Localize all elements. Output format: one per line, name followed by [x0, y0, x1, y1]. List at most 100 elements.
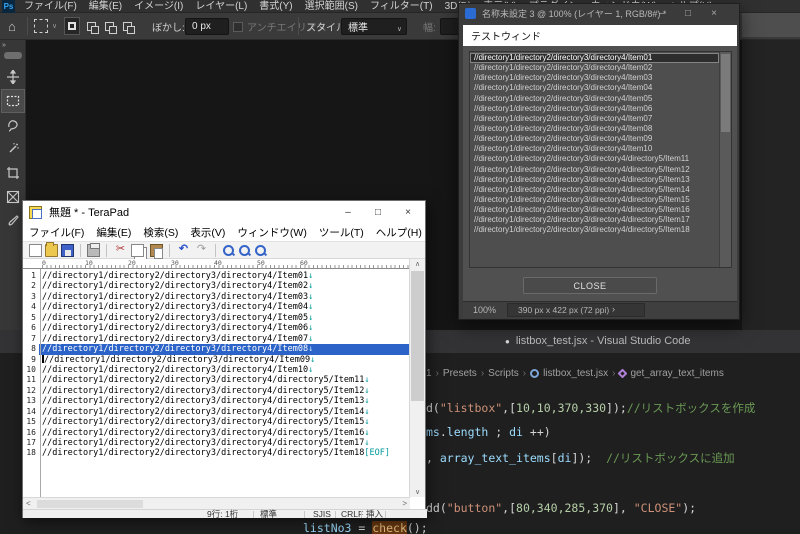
- editor-line[interactable]: 17 //directory1/directory2/directory3/dir…: [23, 438, 410, 448]
- lasso-tool-button[interactable]: [1, 113, 25, 137]
- cut-icon[interactable]: ✂: [113, 243, 128, 257]
- breadcrumb-item-file[interactable]: listbox_test.jsx: [543, 368, 608, 379]
- listbox-item[interactable]: //directory1/directory2/directory3/direc…: [470, 205, 719, 215]
- save-icon[interactable]: [61, 243, 74, 257]
- toolbar-collapse-icon[interactable]: »: [0, 40, 25, 49]
- print-icon[interactable]: [87, 242, 100, 257]
- breadcrumb-item-symbol[interactable]: get_array_text_items: [630, 368, 723, 379]
- close-button[interactable]: ×: [701, 4, 727, 22]
- listbox-item[interactable]: //directory1/directory2/directory3/direc…: [470, 165, 719, 175]
- breadcrumb-item[interactable]: Scripts: [488, 368, 519, 379]
- editor-line[interactable]: 2 //directory1/directory2/directory3/dire…: [23, 281, 410, 291]
- listbox-item[interactable]: //directory1/directory2/directory3/direc…: [470, 63, 719, 73]
- eyedropper-tool-button[interactable]: [1, 209, 25, 233]
- listbox-item[interactable]: //directory1/directory2/directory3/direc…: [470, 53, 719, 64]
- listbox-item[interactable]: //directory1/directory2/directory3/direc…: [470, 154, 719, 164]
- listbox-item[interactable]: //directory1/directory2/directory3/direc…: [470, 124, 719, 134]
- terapad-titlebar[interactable]: 無題 * - TeraPad – □ ×: [23, 201, 425, 223]
- listbox[interactable]: //directory1/directory2/directory3/direc…: [469, 51, 732, 268]
- minimize-button[interactable]: –: [333, 201, 363, 223]
- subtract-selection-mode-button[interactable]: [101, 17, 117, 35]
- copy-icon[interactable]: [131, 243, 144, 257]
- redo-icon[interactable]: ↷: [194, 243, 209, 257]
- editor-line[interactable]: 1 //directory1/directory2/directory3/dire…: [23, 271, 410, 281]
- listbox-item[interactable]: //directory1/directory2/directory3/direc…: [470, 144, 719, 154]
- scroll-right-icon[interactable]: >: [402, 499, 407, 508]
- listbox-item[interactable]: //directory1/directory2/directory3/direc…: [470, 104, 719, 114]
- marquee-tool-preset-icon[interactable]: [34, 19, 48, 33]
- maximize-button[interactable]: □: [363, 201, 393, 223]
- listbox-item[interactable]: //directory1/directory2/directory3/direc…: [470, 215, 719, 225]
- search-next-icon[interactable]: [254, 244, 267, 257]
- editor-line[interactable]: 10 //directory1/directory2/directory3/dir…: [23, 365, 410, 375]
- toolbar-grip[interactable]: [3, 52, 22, 59]
- editor-line[interactable]: 15 //directory1/directory2/directory3/dir…: [23, 417, 410, 427]
- crop-tool-button[interactable]: [1, 161, 25, 185]
- menu-item[interactable]: ファイル(F): [29, 225, 84, 240]
- editor-line[interactable]: 4 //directory1/directory2/directory3/dire…: [23, 302, 410, 312]
- listbox-item[interactable]: //directory1/directory2/directory3/direc…: [470, 73, 719, 83]
- editor-line[interactable]: 13 //directory1/directory2/directory3/dir…: [23, 396, 410, 406]
- scroll-down-icon[interactable]: ∨: [410, 488, 425, 496]
- breadcrumb-item[interactable]: Presets: [443, 368, 477, 379]
- close-button[interactable]: ×: [393, 201, 423, 223]
- editor-line[interactable]: 11 //directory1/directory2/directory3/dir…: [23, 375, 410, 385]
- intersect-selection-mode-button[interactable]: [119, 17, 135, 35]
- search-icon[interactable]: [222, 244, 235, 257]
- maximize-button[interactable]: □: [675, 4, 701, 22]
- editor-line[interactable]: 16 //directory1/directory2/directory3/dir…: [23, 428, 410, 438]
- editor-line[interactable]: 18 //directory1/directory2/directory3/dir…: [23, 448, 410, 458]
- style-dropdown[interactable]: 標準 ∨: [341, 18, 407, 35]
- editor-line[interactable]: 14 //directory1/directory2/directory3/dir…: [23, 407, 410, 417]
- menu-item[interactable]: ヘルプ(H): [376, 225, 422, 240]
- vscode-breadcrumb[interactable]: 1 › Presets › Scripts › listbox_test.jsx…: [426, 366, 724, 380]
- listbox-item[interactable]: //directory1/directory2/directory3/direc…: [470, 195, 719, 205]
- paste-icon[interactable]: [150, 243, 163, 259]
- listbox-item[interactable]: //directory1/directory2/directory3/direc…: [470, 114, 719, 124]
- code-line[interactable]: ms.length ; di ++): [426, 425, 551, 439]
- feather-input[interactable]: 0 px: [185, 18, 229, 35]
- menu-item[interactable]: 編集(E): [83, 0, 128, 13]
- editor-line[interactable]: 6 //directory1/directory2/directory3/dire…: [23, 323, 410, 333]
- listbox-item[interactable]: //directory1/directory2/directory3/direc…: [470, 185, 719, 195]
- close-dialog-button[interactable]: CLOSE: [523, 277, 657, 294]
- chevron-down-icon[interactable]: ∨: [52, 22, 57, 30]
- listbox-scrollbar[interactable]: [719, 52, 731, 267]
- menu-item[interactable]: 表示(V): [190, 225, 225, 240]
- antialias-checkbox[interactable]: [233, 22, 243, 32]
- listbox-item[interactable]: //directory1/directory2/directory3/direc…: [470, 134, 719, 144]
- frame-tool-button[interactable]: [1, 185, 25, 209]
- listbox-item[interactable]: //directory1/directory2/directory3/direc…: [470, 94, 719, 104]
- menu-item[interactable]: 検索(S): [143, 225, 178, 240]
- home-icon[interactable]: ⌂: [8, 13, 16, 39]
- breadcrumb-item[interactable]: 1: [426, 368, 432, 379]
- menu-item[interactable]: ファイル(F): [18, 0, 83, 13]
- listbox-item[interactable]: //directory1/directory2/directory3/direc…: [470, 225, 719, 235]
- terapad-editor[interactable]: 1 //directory1/directory2/directory3/dire…: [23, 269, 410, 497]
- menu-item[interactable]: レイヤー(L): [189, 0, 253, 13]
- menu-item[interactable]: 編集(E): [96, 225, 131, 240]
- new-selection-mode-button[interactable]: [64, 17, 80, 35]
- menu-item[interactable]: 選択範囲(S): [299, 0, 364, 13]
- scroll-up-icon[interactable]: ∧: [410, 260, 425, 268]
- code-line[interactable]: d("listbox",[10,10,370,330]);//リストボックスを作…: [426, 400, 755, 416]
- move-tool-button[interactable]: [1, 65, 25, 89]
- add-selection-mode-button[interactable]: [83, 17, 99, 35]
- new-file-icon[interactable]: [29, 243, 42, 257]
- menu-item[interactable]: ツール(T): [319, 225, 364, 240]
- zoom-level[interactable]: 100%: [473, 305, 496, 315]
- minimize-button[interactable]: –: [649, 4, 675, 22]
- code-line[interactable]: , array_text_items[di]); //リストボックスに追加: [426, 450, 735, 466]
- menu-item[interactable]: ウィンドウ(W): [237, 225, 306, 240]
- scroll-left-icon[interactable]: <: [26, 499, 31, 508]
- editor-line[interactable]: 3 //directory1/directory2/directory3/dire…: [23, 292, 410, 302]
- scrollbar-thumb[interactable]: [37, 500, 143, 508]
- magic-wand-tool-button[interactable]: [1, 137, 25, 161]
- menu-item[interactable]: フィルター(T): [364, 0, 439, 13]
- menu-item[interactable]: 書式(Y): [253, 0, 298, 13]
- code-line[interactable]: listNo3 = check();: [303, 521, 428, 534]
- editor-line[interactable]: 7 //directory1/directory2/directory3/dire…: [23, 334, 410, 344]
- code-line[interactable]: dd("button",[80,340,285,370], "CLOSE");: [426, 501, 696, 515]
- open-file-icon[interactable]: [45, 241, 58, 257]
- chevron-right-icon[interactable]: ›: [612, 304, 615, 314]
